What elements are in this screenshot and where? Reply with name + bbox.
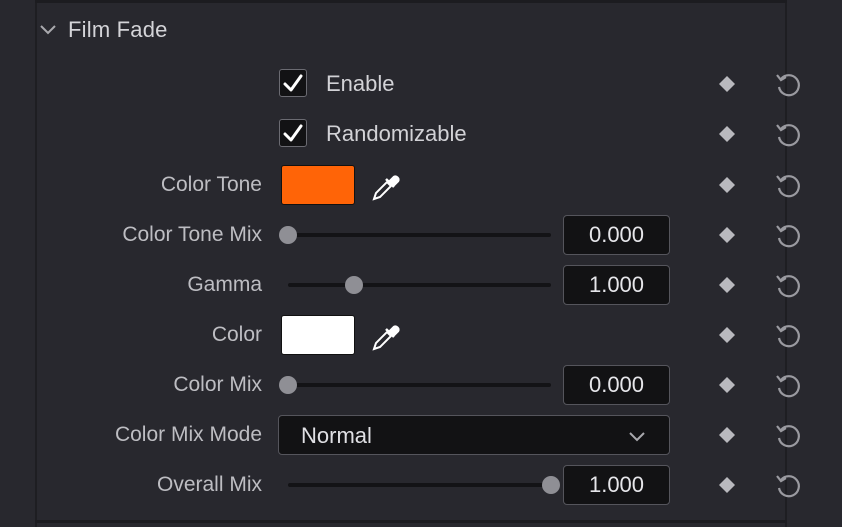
reset-icon[interactable] (773, 120, 803, 150)
film-fade-panel: Film Fade Enable Randomizable Color Tone… (0, 0, 842, 527)
color-mix-slider[interactable] (279, 365, 551, 405)
chevron-down-icon (629, 432, 645, 442)
color-tone-mix-slider[interactable] (279, 215, 551, 255)
chevron-down-icon[interactable] (38, 20, 58, 40)
bottom-divider (35, 520, 787, 523)
gamma-slider[interactable] (279, 265, 551, 305)
keyframe-diamond-icon[interactable] (719, 427, 735, 443)
row-enable: Enable (0, 64, 842, 104)
keyframe-diamond-icon[interactable] (719, 177, 735, 193)
row-overall-mix: Overall Mix 1.000 (0, 465, 842, 505)
randomizable-label: Randomizable (326, 121, 467, 146)
slider-track (288, 233, 551, 237)
reset-icon[interactable] (773, 171, 803, 201)
top-divider (35, 0, 787, 3)
slider-knob[interactable] (344, 276, 363, 294)
color-mix-value-field[interactable]: 0.000 (563, 365, 670, 405)
reset-icon[interactable] (773, 70, 803, 100)
keyframe-diamond-icon[interactable] (719, 277, 735, 293)
reset-icon[interactable] (773, 421, 803, 451)
row-color-mix-mode: Color Mix Mode Normal (0, 415, 842, 455)
slider-knob[interactable] (279, 226, 297, 244)
enable-label: Enable (326, 71, 395, 96)
row-color-mix: Color Mix 0.000 (0, 365, 842, 405)
color-label: Color (211, 323, 262, 346)
color-mix-mode-dropdown[interactable]: Normal (278, 415, 670, 455)
reset-icon[interactable] (773, 221, 803, 251)
overall-mix-slider[interactable] (279, 465, 560, 505)
color-swatch[interactable] (281, 315, 355, 355)
eyedropper-icon[interactable] (370, 321, 402, 353)
color-tone-mix-value-field[interactable]: 0.000 (563, 215, 670, 255)
enable-checkbox[interactable] (279, 69, 307, 97)
color-mix-label: Color Mix (173, 373, 262, 396)
keyframe-diamond-icon[interactable] (719, 76, 735, 92)
checkmark-icon (283, 74, 303, 92)
overall-mix-label: Overall Mix (156, 473, 262, 496)
keyframe-diamond-icon[interactable] (719, 477, 735, 493)
row-gamma: Gamma 1.000 (0, 265, 842, 305)
eyedropper-icon[interactable] (370, 171, 402, 203)
color-mix-mode-label: Color Mix Mode (114, 423, 262, 446)
color-tone-label: Color Tone (160, 173, 262, 196)
row-color: Color (0, 315, 842, 355)
keyframe-diamond-icon[interactable] (719, 227, 735, 243)
gamma-label: Gamma (187, 273, 262, 296)
color-tone-swatch[interactable] (281, 165, 355, 205)
slider-knob[interactable] (279, 376, 297, 394)
color-tone-mix-label: Color Tone Mix (122, 223, 262, 246)
gamma-value-field[interactable]: 1.000 (563, 265, 670, 305)
reset-icon[interactable] (773, 271, 803, 301)
randomizable-checkbox[interactable] (279, 119, 307, 147)
row-randomizable: Randomizable (0, 114, 842, 154)
overall-mix-value-field[interactable]: 1.000 (563, 465, 670, 505)
keyframe-diamond-icon[interactable] (719, 377, 735, 393)
dropdown-value: Normal (301, 423, 372, 448)
row-color-tone-mix: Color Tone Mix 0.000 (0, 215, 842, 255)
slider-knob[interactable] (542, 476, 560, 494)
reset-icon[interactable] (773, 321, 803, 351)
reset-icon[interactable] (773, 471, 803, 501)
slider-track (288, 483, 551, 487)
keyframe-diamond-icon[interactable] (719, 327, 735, 343)
slider-track (288, 383, 551, 387)
slider-track (288, 283, 551, 287)
section-header[interactable]: Film Fade (38, 14, 168, 46)
checkmark-icon (283, 124, 303, 142)
reset-icon[interactable] (773, 371, 803, 401)
row-color-tone: Color Tone (0, 165, 842, 205)
section-title: Film Fade (68, 17, 168, 42)
keyframe-diamond-icon[interactable] (719, 126, 735, 142)
